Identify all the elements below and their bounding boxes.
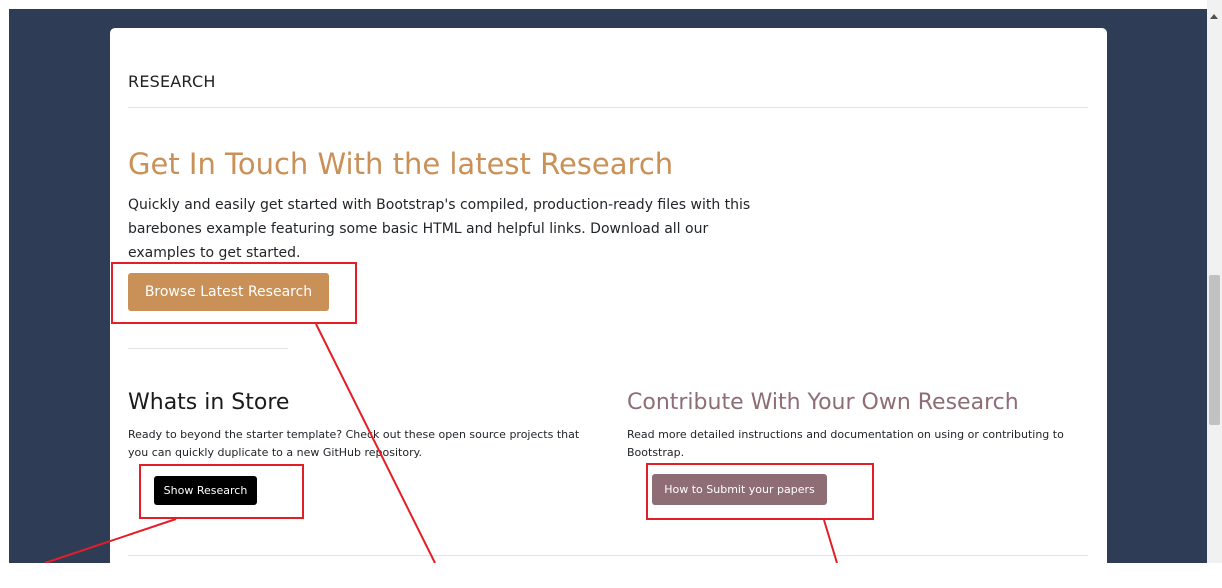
contribute-text: Read more detailed instructions and docu…: [627, 428, 1064, 459]
annotation-box-show-research: [139, 464, 304, 519]
hero-description: Quickly and easily get started with Boot…: [128, 197, 751, 261]
card-header-title: RESEARCH: [128, 72, 216, 91]
whats-in-store-text: Ready to beyond the starter template? Ch…: [128, 428, 580, 459]
annotation-box-submit-papers: [646, 463, 874, 520]
bottom-divider: [128, 555, 1088, 556]
scroll-up-arrow-icon[interactable]: [1210, 14, 1218, 19]
vertical-scrollbar[interactable]: [1207, 0, 1222, 563]
header-divider: [128, 107, 1088, 108]
section-divider: [128, 348, 288, 349]
contribute-title: Contribute With Your Own Research: [627, 390, 1019, 415]
annotation-box-browse: [111, 262, 357, 324]
whats-in-store-title: Whats in Store: [128, 390, 290, 415]
hero-title: Get In Touch With the latest Research: [128, 147, 674, 181]
scrollbar-thumb[interactable]: [1209, 275, 1220, 425]
